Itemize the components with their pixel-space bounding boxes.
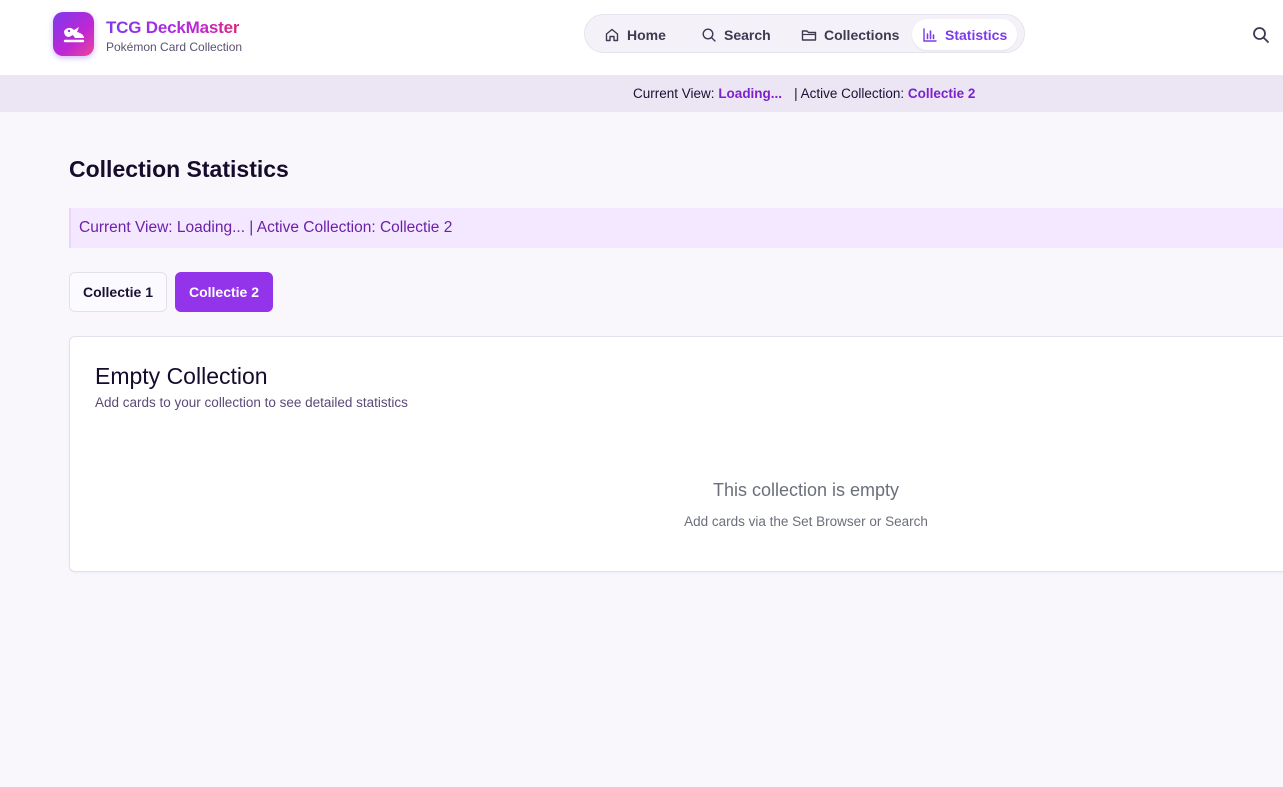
nav-collections[interactable]: Collections [791,19,909,50]
nav-statistics-label: Statistics [945,26,1008,43]
nav-search-label: Search [724,26,771,43]
empty-state-subtitle: Add cards via the Set Browser or Search [684,514,928,529]
status-bar: Current View: Loading... | Active Collect… [0,76,1283,112]
nav-home[interactable]: Home [594,19,676,50]
main-nav: Home Search Collections Statistics [584,14,1025,53]
card-title: Empty Collection [95,363,268,389]
card-subtitle: Add cards to your collection to see deta… [95,395,408,410]
nav-collections-label: Collections [824,26,900,43]
collection-button-1[interactable]: Collectie 1 [69,272,167,312]
info-banner-text: Current View: Loading... | Active Collec… [79,219,453,236]
nav-home-label: Home [627,26,666,43]
page-title: Collection Statistics [69,156,289,182]
collection-button-2[interactable]: Collectie 2 [175,272,273,312]
nav-statistics[interactable]: Statistics [912,19,1018,50]
brand-subtitle: Pokémon Card Collection [106,40,243,54]
nav-search[interactable]: Search [691,19,781,50]
search-icon [702,27,716,42]
logo-glyph-icon [63,27,84,43]
app-header: TCG DeckMaster Pokémon Card Collection H… [0,0,1283,76]
bar-chart-icon [923,27,937,42]
home-icon [605,28,619,41]
folder-icon [801,29,817,41]
pokemon-logo-icon[interactable] [53,12,94,56]
header-search-button[interactable] [1250,24,1272,46]
current-view-value: Loading... [718,86,783,101]
current-view-label: Current View: [633,86,715,101]
active-collection-value: Collectie 2 [907,86,976,101]
info-banner: Current View: Loading... | Active Collec… [69,208,1283,248]
statistics-card: Empty Collection Add cards to your colle… [69,336,1283,572]
search-icon [1253,27,1269,43]
active-collection-label: | Active Collection: [794,86,905,101]
brand-title[interactable]: TCG DeckMaster [106,18,239,38]
status-text: Current View: Loading... | Active Collect… [633,86,975,101]
empty-state-title: This collection is empty [712,480,900,500]
